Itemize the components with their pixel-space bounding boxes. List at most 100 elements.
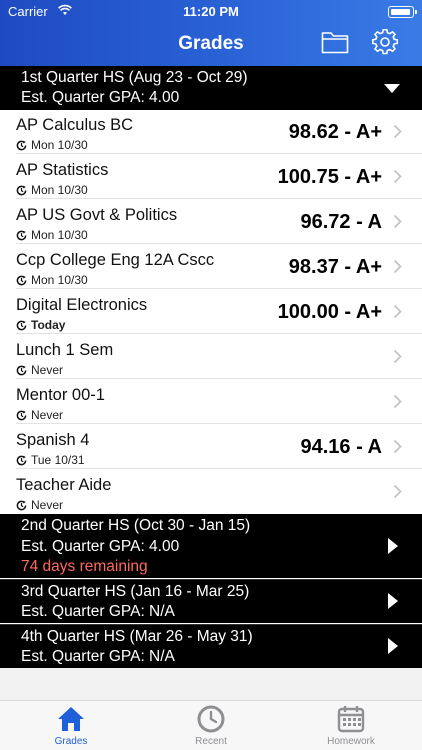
course-name: Teacher Aide [16, 476, 112, 494]
course-updated-text: Never [31, 408, 64, 422]
battery-icon [388, 6, 417, 18]
row-divider [16, 468, 422, 469]
row-divider [16, 288, 422, 289]
course-row[interactable]: Lunch 1 Sem Never [0, 335, 422, 379]
course-row[interactable]: Mentor 00-1 Never [0, 380, 422, 424]
course-row[interactable]: AP Statistics Mon 10/30 100.75 - A+ [0, 155, 422, 199]
status-time: 11:20 PM [183, 4, 239, 19]
course-name: Mentor 00-1 [16, 386, 105, 404]
status-bar: Carrier 11:20 PM [0, 0, 422, 22]
row-divider [16, 198, 422, 199]
tab-recent-label: Recent [195, 736, 227, 747]
course-row[interactable]: Teacher Aide Never [0, 470, 422, 514]
chevron-right-icon [393, 394, 402, 409]
chevron-right-icon [393, 214, 402, 229]
course-updated-text: Never [31, 363, 64, 377]
tab-grades-label: Grades [54, 736, 88, 747]
course-grade: 98.62 - A+ [288, 121, 382, 143]
course-row[interactable]: AP US Govt & Politics Mon 10/30 96.72 - … [0, 200, 422, 244]
course-row[interactable]: Digital Electronics Today 100.00 - A+ [0, 290, 422, 334]
clock-icon [16, 500, 27, 510]
tab-grades[interactable]: Grades [21, 705, 121, 747]
clock-icon [16, 275, 27, 285]
chevron-right-icon [393, 349, 402, 364]
clock-icon [197, 705, 225, 733]
quarter-2-remaining: 74 days remaining [21, 558, 148, 575]
quarter-1-title: 1st Quarter HS (Aug 23 - Oct 29) [21, 69, 248, 86]
expand-triangle-icon [388, 538, 398, 554]
quarter-2-header[interactable]: 2nd Quarter HS (Oct 30 - Jan 15) Est. Qu… [0, 514, 422, 578]
course-updated: Tue 10/31 [16, 453, 85, 467]
quarter-3-gpa: Est. Quarter GPA: N/A [21, 603, 175, 620]
course-updated-text: Mon 10/30 [31, 183, 88, 197]
course-name: Spanish 4 [16, 431, 90, 449]
course-updated-text: Mon 10/30 [31, 273, 88, 287]
chevron-right-icon [393, 484, 402, 499]
home-icon [58, 707, 84, 731]
course-updated: Never [16, 363, 63, 377]
row-divider [16, 243, 422, 244]
course-name: AP Calculus BC [16, 116, 134, 134]
gear-icon[interactable] [372, 29, 398, 55]
collapse-triangle-icon [384, 84, 400, 93]
chevron-right-icon [393, 259, 402, 274]
course-row[interactable]: Ccp College Eng 12A Cscc Mon 10/30 98.37… [0, 245, 422, 289]
clock-icon [16, 320, 27, 330]
folder-icon[interactable] [321, 30, 349, 54]
course-name: AP US Govt & Politics [16, 206, 178, 224]
clock-icon [16, 185, 27, 195]
course-updated-text: Mon 10/30 [31, 138, 88, 152]
quarter-1-header[interactable]: 1st Quarter HS (Aug 23 - Oct 29) Est. Qu… [0, 66, 422, 110]
course-name: AP Statistics [16, 161, 109, 179]
course-name: Lunch 1 Sem [16, 341, 114, 359]
quarter-2-gpa: Est. Quarter GPA: 4.00 [21, 538, 180, 555]
tab-homework-label: Homework [327, 736, 375, 747]
course-row[interactable]: AP Calculus BC Mon 10/30 98.62 - A+ [0, 110, 422, 154]
course-grade: 100.00 - A+ [277, 301, 382, 323]
calendar-icon [337, 706, 365, 733]
quarter-2-title: 2nd Quarter HS (Oct 30 - Jan 15) [21, 517, 251, 534]
quarter-3-title: 3rd Quarter HS (Jan 16 - Mar 25) [21, 583, 250, 600]
chevron-right-icon [393, 304, 402, 319]
quarter-3-header[interactable]: 3rd Quarter HS (Jan 16 - Mar 25) Est. Qu… [0, 579, 422, 623]
course-updated-text: Tue 10/31 [31, 453, 85, 467]
course-updated: Today [16, 318, 65, 332]
row-divider [16, 423, 422, 424]
clock-icon [16, 455, 27, 465]
quarter-4-gpa: Est. Quarter GPA: N/A [21, 648, 175, 665]
course-updated-text: Today [31, 318, 66, 332]
course-updated: Mon 10/30 [16, 228, 88, 242]
expand-triangle-icon [388, 638, 398, 654]
clock-icon [16, 410, 27, 420]
course-updated-text: Mon 10/30 [31, 228, 88, 242]
quarter-4-header[interactable]: 4th Quarter HS (Mar 26 - May 31) Est. Qu… [0, 624, 422, 668]
course-updated: Mon 10/30 [16, 138, 88, 152]
course-name: Ccp College Eng 12A Cscc [16, 251, 215, 269]
quarter-4-title: 4th Quarter HS (Mar 26 - May 31) [21, 628, 253, 645]
course-name: Digital Electronics [16, 296, 148, 314]
page-title: Grades [178, 33, 244, 54]
course-updated: Never [16, 408, 63, 422]
clock-icon [16, 230, 27, 240]
header: Carrier 11:20 PM Grades [0, 0, 422, 66]
course-row[interactable]: Spanish 4 Tue 10/31 94.16 - A [0, 425, 422, 469]
tab-recent[interactable]: Recent [161, 705, 261, 747]
course-updated: Never [16, 498, 63, 512]
row-divider [16, 153, 422, 154]
course-grade: 94.16 - A [300, 436, 382, 458]
chevron-right-icon [393, 439, 402, 454]
course-updated: Mon 10/30 [16, 183, 88, 197]
course-updated-text: Never [31, 498, 64, 512]
row-divider [16, 333, 422, 334]
footer-space [0, 668, 422, 700]
course-updated: Mon 10/30 [16, 273, 88, 287]
chevron-right-icon [393, 124, 402, 139]
tab-homework[interactable]: Homework [301, 705, 401, 747]
tab-bar: Grades Recent Homework [0, 700, 422, 750]
row-divider [16, 378, 422, 379]
course-grade: 100.75 - A+ [277, 166, 382, 188]
expand-triangle-icon [388, 593, 398, 609]
course-grade: 96.72 - A [300, 211, 382, 233]
clock-icon [16, 365, 27, 375]
quarter-1-gpa: Est. Quarter GPA: 4.00 [21, 89, 180, 106]
